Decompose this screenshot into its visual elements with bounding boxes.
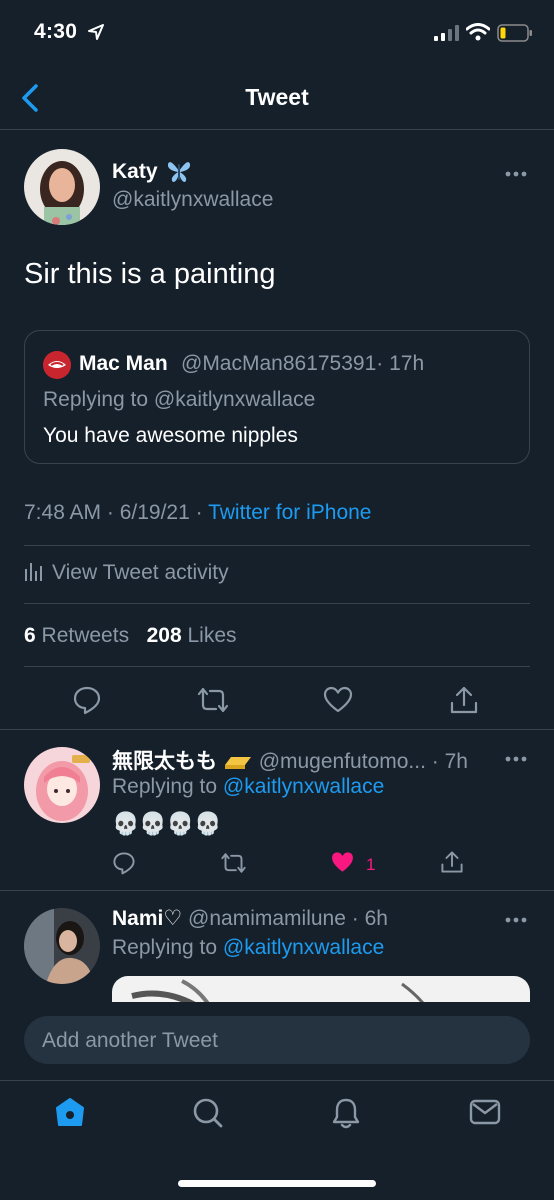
reply-replying-to: Replying to @kaitlynxwallace (112, 775, 384, 799)
quote-author-name: Mac Man (79, 352, 168, 375)
retweet-icon[interactable] (220, 851, 247, 875)
analytics-icon (25, 563, 42, 581)
tweet-text: Sir this is a painting (24, 258, 276, 290)
likes-stat[interactable]: 208 Likes (147, 624, 237, 647)
view-tweet-activity[interactable]: View Tweet activity (24, 561, 229, 585)
divider (24, 545, 530, 546)
quote-handle: @MacMan86175391 (181, 352, 377, 375)
tweet-source-link[interactable]: Twitter for iPhone (208, 501, 371, 524)
reply-icon[interactable] (72, 685, 102, 715)
quoted-tweet[interactable]: Mac Man @MacMan86175391· 17h Replying to… (24, 330, 530, 464)
nav-bar: Tweet (0, 66, 554, 130)
author-avatar[interactable] (24, 149, 100, 225)
quote-author-meta: @MacMan86175391· 17h (181, 352, 424, 376)
retweets-label: Retweets (41, 624, 130, 647)
gold-bar-emoji-icon (224, 757, 251, 769)
location-arrow-icon (88, 24, 104, 40)
replying-prefix: Replying to (112, 775, 218, 798)
reply-time: · 6h (351, 907, 388, 930)
cellular-signal-icon (434, 25, 459, 41)
reply-handle[interactable]: @namimamilune (188, 907, 346, 930)
author-handle[interactable]: @kaitlynxwallace (112, 188, 273, 212)
divider (24, 603, 530, 604)
tweet-time: 7:48 AM · 6/19/21 · (24, 501, 203, 524)
home-indicator (178, 1180, 376, 1187)
more-icon[interactable] (504, 170, 528, 178)
reply-text: 💀💀💀💀 (112, 811, 222, 836)
avatar-photo (24, 908, 100, 984)
retweet-count: 6 (24, 624, 36, 647)
reply-icon[interactable] (112, 851, 136, 875)
reply-header: 無限太もも @mugenfutomo... · 7h (112, 745, 468, 775)
reply-author-name[interactable]: 無限太もも (112, 750, 217, 773)
butterfly-emoji-icon (167, 162, 191, 182)
reply-avatar[interactable] (24, 908, 100, 984)
avatar-illustration (24, 747, 100, 823)
reply-header: Nami♡ @namimamilune · 6h (112, 906, 388, 931)
quote-text: You have awesome nipples (43, 424, 298, 447)
like-icon[interactable] (323, 685, 353, 715)
more-icon[interactable] (504, 916, 528, 924)
home-icon[interactable] (55, 1097, 85, 1127)
retweets-stat[interactable]: 6 Retweets (24, 624, 129, 647)
status-time: 4:30 (34, 20, 78, 43)
share-icon[interactable] (449, 685, 479, 715)
reply-tweet[interactable]: Nami♡ @namimamilune · 6h Replying to @ka… (0, 892, 554, 1002)
tweet-actions (0, 670, 554, 730)
quote-time: · 17h (376, 352, 425, 375)
reply-tweet[interactable]: 無限太もも @mugenfutomo... · 7h Replying to @… (0, 731, 554, 891)
replying-handle-link[interactable]: @kaitlynxwallace (223, 936, 384, 959)
messages-icon[interactable] (469, 1097, 501, 1127)
reply-media-image[interactable] (112, 976, 530, 1002)
like-count: 208 (146, 624, 182, 647)
reply-time: · 7h (431, 750, 468, 773)
search-icon[interactable] (192, 1097, 224, 1129)
reply-author-name[interactable]: Nami♡ (112, 907, 182, 930)
activity-label: View Tweet activity (52, 561, 229, 584)
avatar-illustration (24, 149, 100, 225)
retweet-icon[interactable] (197, 685, 229, 715)
battery-icon (497, 24, 532, 42)
status-bar: 4:30 (0, 0, 554, 66)
likes-label: Likes (187, 624, 237, 647)
replying-prefix: Replying to (112, 936, 218, 959)
replying-handle-link[interactable]: @kaitlynxwallace (223, 775, 384, 798)
author-name[interactable]: Katy (112, 160, 158, 184)
tweet-timestamp-row: 7:48 AM · 6/19/21 · Twitter for iPhone (24, 501, 371, 525)
reply-like-count: 1 (366, 855, 376, 874)
quote-replying-to: Replying to @kaitlynxwallace (43, 388, 316, 411)
compose-placeholder: Add another Tweet (42, 1029, 218, 1052)
add-tweet-input[interactable]: Add another Tweet (24, 1016, 530, 1064)
reply-avatar[interactable] (24, 747, 100, 823)
reply-handle[interactable]: @mugenfutomo... (259, 750, 426, 773)
wifi-icon (466, 23, 490, 41)
page-title: Tweet (245, 84, 309, 110)
share-icon[interactable] (440, 850, 464, 874)
reply-replying-to: Replying to @kaitlynxwallace (112, 936, 384, 960)
quote-avatar (43, 351, 71, 379)
divider (24, 666, 530, 667)
media-illustration (131, 979, 424, 1002)
notifications-icon[interactable] (331, 1097, 361, 1129)
liked-heart-icon[interactable] (330, 850, 355, 874)
tweet-stats: 6 Retweets 208 Likes (24, 624, 237, 648)
more-icon[interactable] (504, 755, 528, 763)
